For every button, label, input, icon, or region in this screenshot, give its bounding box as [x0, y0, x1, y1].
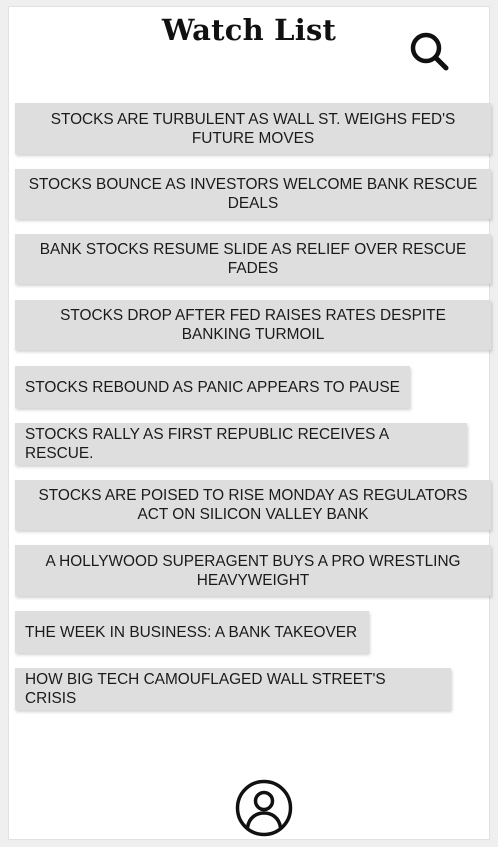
list-item[interactable]: BANK STOCKS RESUME SLIDE AS RELIEF OVER … — [15, 234, 491, 284]
user-profile-icon — [235, 779, 293, 837]
search-button[interactable] — [407, 29, 453, 75]
list-item[interactable]: STOCKS BOUNCE AS INVESTORS WELCOME BANK … — [15, 169, 491, 219]
list-item[interactable]: STOCKS RALLY AS FIRST REPUBLIC RECEIVES … — [15, 423, 467, 465]
profile-button[interactable] — [235, 779, 293, 837]
list-item[interactable]: STOCKS DROP AFTER FED RAISES RATES DESPI… — [15, 300, 491, 350]
list-item[interactable]: HOW BIG TECH CAMOUFLAGED WALL STREET'S C… — [15, 668, 451, 710]
watch-list-screen: Watch List STOCKS ARE TURBULENT AS WALL … — [8, 6, 491, 840]
list-item[interactable]: A HOLLYWOOD SUPERAGENT BUYS A PRO WRESTL… — [15, 545, 491, 596]
list-item[interactable]: STOCKS REBOUND AS PANIC APPEARS TO PAUSE — [15, 366, 410, 408]
search-icon — [410, 32, 449, 71]
list-item[interactable]: STOCKS ARE TURBULENT AS WALL ST. WEIGHS … — [15, 103, 491, 154]
list-item[interactable]: STOCKS ARE POISED TO RISE MONDAY AS REGU… — [15, 480, 491, 530]
device-frame: Watch List STOCKS ARE TURBULENT AS WALL … — [0, 0, 498, 847]
list-item[interactable]: THE WEEK IN BUSINESS: A BANK TAKEOVER — [15, 611, 369, 653]
